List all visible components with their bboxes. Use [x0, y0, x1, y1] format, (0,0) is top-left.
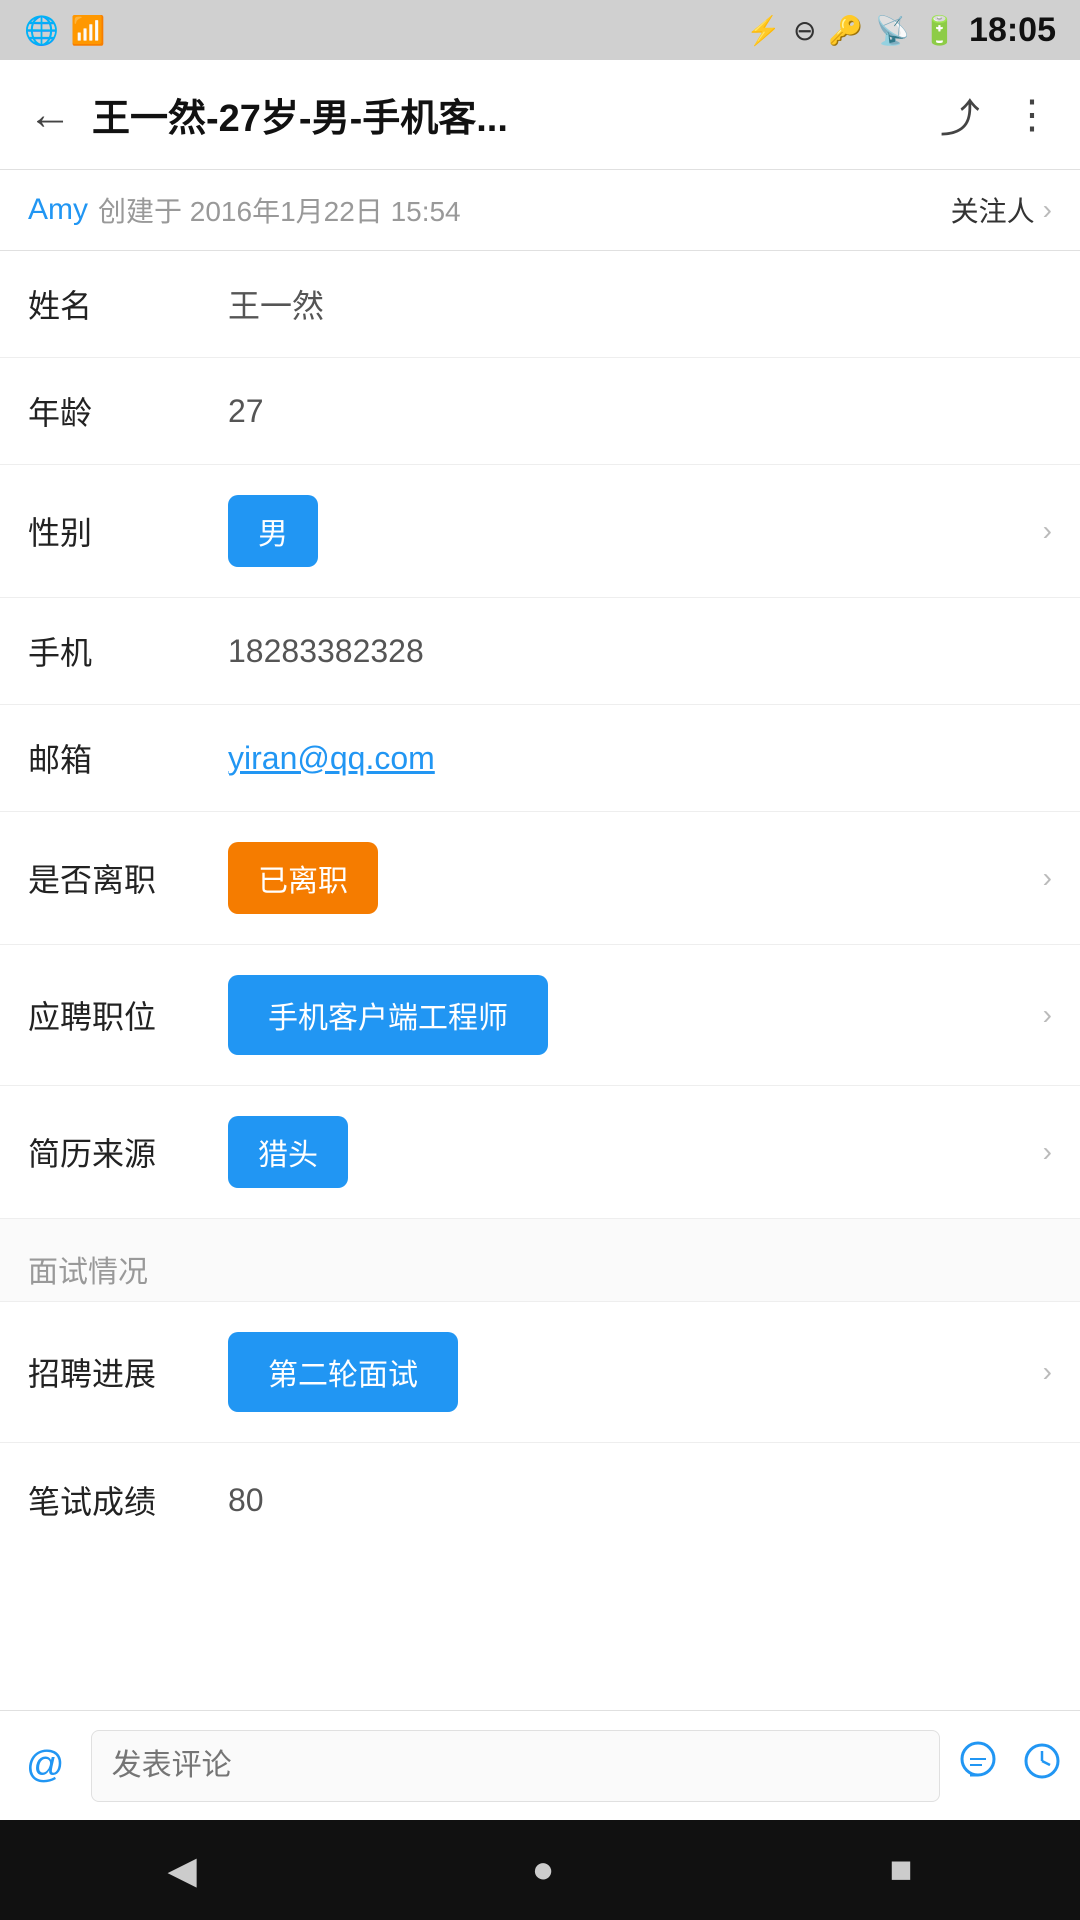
comment-bar: @: [0, 1710, 1080, 1820]
field-test-score: 笔试成绩 80: [0, 1443, 1080, 1543]
value-source: 猎头: [228, 1116, 1043, 1188]
label-source: 简历来源: [28, 1129, 228, 1175]
author-name[interactable]: Amy: [28, 193, 88, 227]
value-age: 27: [228, 393, 1052, 430]
value-email: yiran@qq.com: [228, 740, 1052, 777]
email-link[interactable]: yiran@qq.com: [228, 740, 435, 776]
value-position: 手机客户端工程师: [228, 975, 1043, 1055]
field-resigned[interactable]: 是否离职 已离职 ›: [0, 812, 1080, 945]
field-progress[interactable]: 招聘进展 第二轮面试 ›: [0, 1302, 1080, 1443]
follow-chevron-icon: ›: [1043, 194, 1052, 226]
follow-button[interactable]: 关注人 ›: [951, 190, 1052, 230]
section-interview-header: 面试情况: [0, 1219, 1080, 1302]
minus-icon: ⊖: [793, 14, 816, 47]
battery-icon: 🔋: [922, 14, 957, 47]
field-position[interactable]: 应聘职位 手机客户端工程师 ›: [0, 945, 1080, 1086]
at-button[interactable]: @: [16, 1744, 75, 1787]
nav-recents-button[interactable]: ■: [850, 1839, 953, 1902]
source-badge[interactable]: 猎头: [228, 1116, 348, 1188]
value-name: 王一然: [228, 281, 1052, 327]
field-phone: 手机 18283382328: [0, 598, 1080, 705]
value-resigned: 已离职: [228, 842, 1043, 914]
status-bar-left: 🌐 📶: [24, 14, 106, 47]
field-name: 姓名 王一然: [0, 251, 1080, 358]
label-name: 姓名: [28, 281, 228, 327]
bluetooth-icon: ⚡: [746, 14, 781, 47]
comment-icon[interactable]: [956, 1739, 1000, 1793]
page-title: 王一然-27岁-男-手机客...: [92, 87, 940, 142]
position-chevron-icon: ›: [1043, 999, 1052, 1031]
follow-label: 关注人: [951, 190, 1035, 230]
status-bar: 🌐 📶 ⚡ ⊖ 🔑 📡 🔋 18:05: [0, 0, 1080, 60]
gender-chevron-icon: ›: [1043, 515, 1052, 547]
resigned-badge[interactable]: 已离职: [228, 842, 378, 914]
nav-bar: ◀ ● ■: [0, 1820, 1080, 1920]
label-email: 邮箱: [28, 735, 228, 781]
status-bar-right: ⚡ ⊖ 🔑 📡 🔋 18:05: [746, 11, 1056, 50]
comment-action-icons: [956, 1739, 1064, 1793]
nav-back-button[interactable]: ◀: [127, 1838, 236, 1903]
clock-icon[interactable]: [1020, 1739, 1064, 1793]
wifi-icon: 🌐: [24, 14, 59, 47]
section-interview-label: 面试情况: [28, 1256, 148, 1289]
progress-chevron-icon: ›: [1043, 1356, 1052, 1388]
label-gender: 性别: [28, 508, 228, 554]
back-button[interactable]: ←: [28, 93, 72, 137]
source-chevron-icon: ›: [1043, 1136, 1052, 1168]
created-meta: 创建于 2016年1月22日 15:54: [98, 190, 461, 230]
info-bar: Amy 创建于 2016年1月22日 15:54 关注人 ›: [0, 170, 1080, 251]
nav-home-button[interactable]: ●: [492, 1839, 595, 1902]
network-icon: 📡: [875, 14, 910, 47]
label-phone: 手机: [28, 628, 228, 674]
gender-badge[interactable]: 男: [228, 495, 318, 567]
label-progress: 招聘进展: [28, 1349, 228, 1395]
more-button[interactable]: ⋮: [1012, 92, 1052, 138]
app-bar-actions: ⤴ ⋮: [940, 86, 1052, 144]
field-email: 邮箱 yiran@qq.com: [0, 705, 1080, 812]
position-badge[interactable]: 手机客户端工程师: [228, 975, 548, 1055]
label-position: 应聘职位: [28, 992, 228, 1038]
value-phone: 18283382328: [228, 633, 1052, 670]
field-source[interactable]: 简历来源 猎头 ›: [0, 1086, 1080, 1219]
resigned-chevron-icon: ›: [1043, 862, 1052, 894]
key-icon: 🔑: [828, 14, 863, 47]
app-bar: ← 王一然-27岁-男-手机客... ⤴ ⋮: [0, 60, 1080, 170]
value-gender: 男: [228, 495, 1043, 567]
value-progress: 第二轮面试: [228, 1332, 1043, 1412]
share-button[interactable]: ⤴: [940, 86, 980, 144]
info-bar-left: Amy 创建于 2016年1月22日 15:54: [28, 190, 461, 230]
comment-input[interactable]: [91, 1730, 940, 1802]
label-age: 年龄: [28, 388, 228, 434]
label-resigned: 是否离职: [28, 855, 228, 901]
signal-icon: 📶: [71, 14, 106, 47]
label-test-score: 笔试成绩: [28, 1477, 228, 1523]
time-display: 18:05: [969, 11, 1056, 50]
progress-badge[interactable]: 第二轮面试: [228, 1332, 458, 1412]
content-area: 姓名 王一然 年龄 27 性别 男 › 手机 18283382328 邮箱 yi…: [0, 251, 1080, 1710]
field-gender[interactable]: 性别 男 ›: [0, 465, 1080, 598]
field-age: 年龄 27: [0, 358, 1080, 465]
value-test-score: 80: [228, 1482, 1052, 1519]
